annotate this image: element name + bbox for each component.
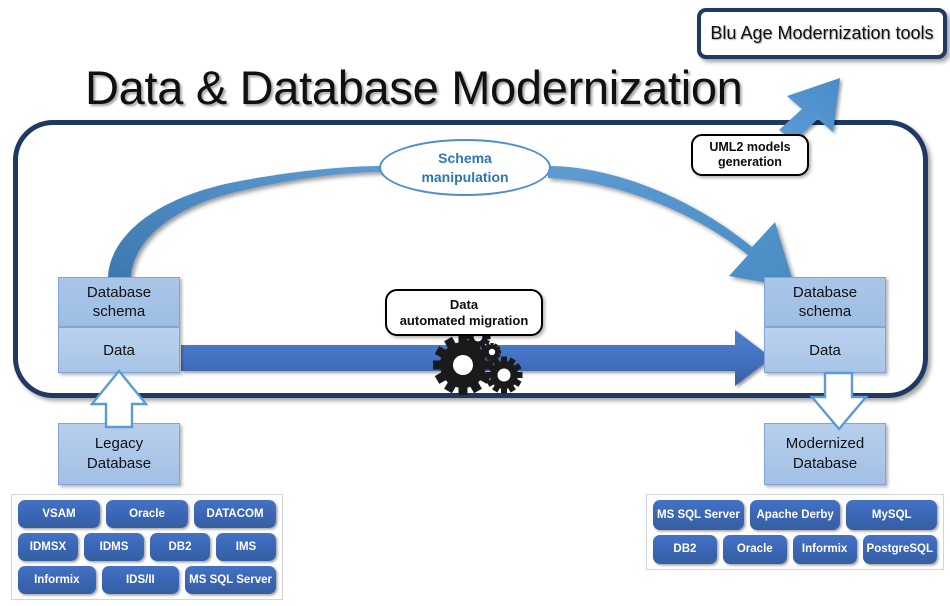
source-technologies-legend: VSAM Oracle DATACOM IDMSX IDMS DB2 IMS Informix… (11, 494, 283, 600)
legend-chip[interactable]: MySQL (846, 500, 938, 530)
legend-chip[interactable]: DB2 (150, 533, 210, 561)
legend-chip[interactable]: IMS (216, 533, 276, 561)
modernized-database-line1: Modernized (785, 435, 865, 452)
uml2-callout-line2: generation (718, 155, 782, 169)
source-database-stack: Database schema Data (58, 277, 180, 373)
source-data-label: Data (103, 341, 135, 359)
legend-chip[interactable]: IDS/II (101, 566, 180, 594)
legend-chip[interactable]: Oracle (106, 500, 188, 528)
legend-chip[interactable]: Oracle (722, 534, 787, 564)
source-schema-line2: schema (92, 303, 146, 320)
tools-diagonal-arrow (779, 78, 840, 141)
target-schema-line2: schema (798, 303, 852, 320)
source-data-cell: Data (58, 327, 180, 373)
curved-arrow-right-segment (548, 166, 795, 288)
schema-ellipse-line1: Schema (438, 149, 492, 166)
legend-row: DB2 Oracle Informix PostgreSQL (653, 534, 937, 564)
data-migration-arrow (181, 330, 772, 386)
legend-chip[interactable]: Informix (792, 534, 857, 564)
legend-row: Informix IDS/II MS SQL Server (18, 566, 277, 594)
legacy-database-box: Legacy Database (58, 423, 180, 485)
data-migration-callout: Data automated migration (385, 289, 543, 336)
legend-chip[interactable]: Apache Derby (749, 500, 841, 530)
schema-ellipse-line2: manipulation (421, 168, 509, 185)
page-title: Data & Database Modernization (85, 61, 743, 114)
legend-chip[interactable]: VSAM (18, 500, 100, 528)
legend-chip[interactable]: DB2 (653, 534, 717, 564)
target-database-stack: Database schema Data (764, 277, 886, 373)
schema-manipulation-ellipse: Schema manipulation (379, 139, 551, 196)
modernized-database-line2: Database (792, 455, 858, 472)
legend-chip[interactable]: MS SQL Server (185, 566, 277, 594)
legend-chip[interactable]: IDMS (84, 533, 144, 561)
migration-callout-line2: automated migration (399, 312, 529, 328)
legend-row: MS SQL Server Apache Derby MySQL (653, 500, 938, 530)
curved-arrow-left-segment (108, 166, 382, 279)
uml2-generation-callout: UML2 models generation (691, 134, 809, 176)
target-schema-line1: Database (792, 284, 858, 301)
modernized-database-box: Modernized Database (764, 423, 886, 485)
legend-chip[interactable]: PostgreSQL (862, 534, 937, 564)
source-schema-line1: Database (86, 284, 152, 301)
blu-age-tools-label: Blu Age Modernization tools (710, 23, 934, 43)
blu-age-tools-box[interactable]: Blu Age Modernization tools (697, 8, 947, 59)
legacy-database-line1: Legacy (94, 435, 144, 452)
target-technologies-legend: MS SQL Server Apache Derby MySQL DB2 Oracle I… (646, 494, 944, 570)
legend-row: VSAM Oracle DATACOM (18, 500, 276, 528)
target-data-cell: Data (764, 327, 886, 373)
diagram-canvas: Data & Database Modernization Blu Age Mo… (0, 0, 950, 606)
legend-chip[interactable]: DATACOM (194, 500, 276, 528)
migration-callout-line1: Data (449, 296, 479, 312)
legend-chip[interactable]: IDMSX (18, 533, 78, 561)
uml2-callout-line1: UML2 models (709, 140, 791, 154)
source-database-schema-cell: Database schema (58, 277, 180, 327)
legend-row: IDMSX IDMS DB2 IMS (18, 533, 276, 561)
legacy-database-line2: Database (86, 455, 152, 472)
target-database-schema-cell: Database schema (764, 277, 886, 327)
target-data-label: Data (809, 341, 841, 359)
legend-chip[interactable]: Informix (18, 566, 96, 594)
legend-chip[interactable]: MS SQL Server (653, 500, 744, 530)
